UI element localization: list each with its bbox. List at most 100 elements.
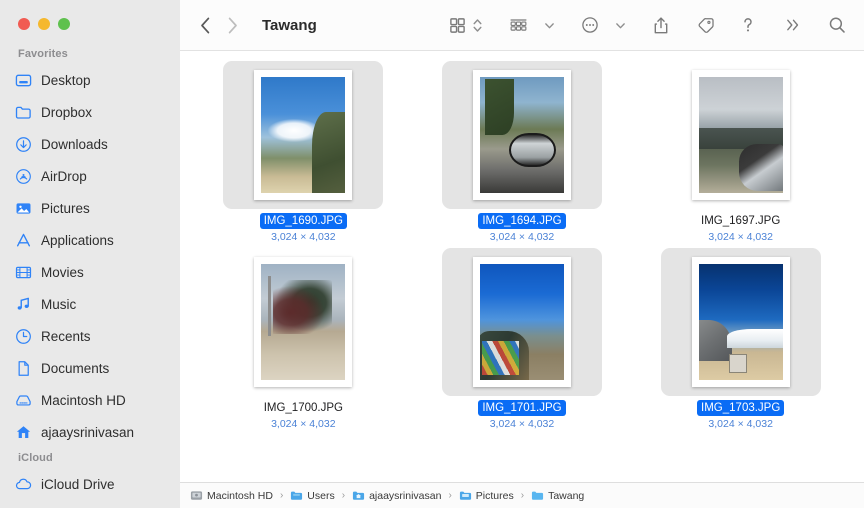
finder-window: Favorites Desktop Dropbox Downloads AirD… <box>0 0 864 508</box>
breadcrumb-item-users[interactable]: Users <box>290 489 335 502</box>
help-button[interactable] <box>737 10 759 40</box>
harddisk-icon <box>190 489 203 502</box>
folder-icon <box>290 489 303 502</box>
breadcrumb-separator: › <box>341 490 346 501</box>
chevron-updown-icon[interactable] <box>472 17 483 34</box>
file-dimensions: 3,024 × 4,032 <box>271 231 336 243</box>
photo-frame <box>254 257 353 387</box>
photo-frame <box>472 257 571 387</box>
sidebar-item-downloads[interactable]: Downloads <box>0 128 180 160</box>
sidebar: Favorites Desktop Dropbox Downloads AirD… <box>0 0 180 508</box>
file-thumbnail-container[interactable] <box>223 248 383 396</box>
breadcrumb-separator: › <box>279 490 284 501</box>
breadcrumb: Macintosh HD › Users › ajaaysrinivasan › <box>180 482 864 508</box>
file-item[interactable]: IMG_1701.JPG 3,024 × 4,032 <box>413 244 632 431</box>
ellipsis-circle-icon[interactable] <box>577 10 603 40</box>
overflow-button[interactable] <box>781 10 806 40</box>
photo-preview <box>479 77 564 193</box>
file-item[interactable]: IMG_1700.JPG 3,024 × 4,032 <box>194 244 413 431</box>
group-by-group <box>505 10 555 40</box>
sidebar-item-label: Dropbox <box>41 104 93 120</box>
clock-icon <box>14 327 32 345</box>
breadcrumb-label: Macintosh HD <box>207 489 273 502</box>
sidebar-item-desktop[interactable]: Desktop <box>0 64 180 96</box>
sidebar-item-recents[interactable]: Recents <box>0 320 180 352</box>
search-button[interactable] <box>824 10 850 40</box>
share-button[interactable] <box>648 10 674 40</box>
file-dimensions: 3,024 × 4,032 <box>708 231 773 243</box>
more-actions-chevron-down-icon[interactable] <box>615 20 626 31</box>
sidebar-item-music[interactable]: Music <box>0 288 180 320</box>
folder-icon <box>14 103 32 121</box>
sidebar-item-ajaaysrinivasan[interactable]: ajaaysrinivasan <box>0 416 180 448</box>
maximize-button[interactable] <box>58 18 70 30</box>
sidebar-item-airdrop[interactable]: AirDrop <box>0 160 180 192</box>
group-by-chevron-down-icon[interactable] <box>544 20 555 31</box>
sidebar-item-label: Music <box>41 296 77 312</box>
file-name[interactable]: IMG_1700.JPG <box>260 400 347 416</box>
breadcrumb-item-macintosh-hd[interactable]: Macintosh HD <box>190 489 273 502</box>
breadcrumb-separator: › <box>520 490 525 501</box>
sidebar-item-applications[interactable]: Applications <box>0 224 180 256</box>
forward-button[interactable] <box>227 17 238 34</box>
file-item[interactable]: IMG_1690.JPG 3,024 × 4,032 <box>194 57 413 244</box>
home-icon <box>14 423 32 441</box>
photo-frame <box>472 70 571 200</box>
download-icon <box>14 135 32 153</box>
file-name[interactable]: IMG_1690.JPG <box>259 213 347 229</box>
sidebar-item-pictures[interactable]: Pictures <box>0 192 180 224</box>
file-item[interactable]: IMG_1703.JPG 3,024 × 4,032 <box>631 244 850 431</box>
main-area: Tawang IMG_1690.JPG 3,024 × 4,032 IMG_16… <box>180 0 864 508</box>
home-folder-icon <box>352 489 365 502</box>
airdrop-icon <box>14 167 32 185</box>
breadcrumb-label: Users <box>307 489 335 502</box>
sidebar-item-movies[interactable]: Movies <box>0 256 180 288</box>
file-item[interactable]: IMG_1694.JPG 3,024 × 4,032 <box>413 57 632 244</box>
more-actions-group <box>577 10 626 40</box>
file-thumbnail-container[interactable] <box>661 61 821 209</box>
sidebar-section-icloud-title: iCloud <box>18 452 53 464</box>
group-list-button[interactable] <box>505 10 532 40</box>
breadcrumb-label: Pictures <box>475 489 514 502</box>
file-thumbnail-container[interactable] <box>441 61 602 209</box>
sidebar-item-label: iCloud Drive <box>41 476 115 492</box>
sidebar-item-label: Macintosh HD <box>41 392 126 408</box>
minimize-button[interactable] <box>38 18 50 30</box>
file-item[interactable]: IMG_1697.JPG 3,024 × 4,032 <box>631 57 850 244</box>
sidebar-item-macintosh-hd[interactable]: Macintosh HD <box>0 384 180 416</box>
file-thumbnail-container[interactable] <box>441 248 602 396</box>
file-dimensions: 3,024 × 4,032 <box>489 231 555 243</box>
tag-button[interactable] <box>692 10 719 40</box>
file-grid-container[interactable]: IMG_1690.JPG 3,024 × 4,032 IMG_1694.JPG … <box>180 51 864 482</box>
window-controls <box>0 0 180 44</box>
file-name[interactable]: IMG_1703.JPG <box>697 400 785 416</box>
file-thumbnail-container[interactable] <box>223 61 384 209</box>
breadcrumb-separator: › <box>448 490 452 501</box>
sidebar-item-documents[interactable]: Documents <box>0 352 180 384</box>
back-button[interactable] <box>200 17 211 34</box>
file-dimensions: 3,024 × 4,032 <box>708 418 773 430</box>
view-grid-button[interactable] <box>445 10 470 40</box>
breadcrumb-item-pictures[interactable]: Pictures <box>459 489 514 502</box>
close-button[interactable] <box>18 18 30 30</box>
sidebar-item-label: Applications <box>41 232 114 248</box>
toolbar: Tawang <box>180 0 864 51</box>
file-thumbnail-container[interactable] <box>660 248 821 396</box>
file-name[interactable]: IMG_1701.JPG <box>478 400 566 416</box>
file-name[interactable]: IMG_1694.JPG <box>478 213 566 229</box>
desktop-icon <box>14 71 32 89</box>
breadcrumb-item-ajaaysrinivasan[interactable]: ajaaysrinivasan <box>352 489 441 502</box>
photo-preview <box>698 264 783 380</box>
sidebar-item-dropbox[interactable]: Dropbox <box>0 96 180 128</box>
view-mode-group <box>445 10 483 40</box>
breadcrumb-item-tawang[interactable]: Tawang <box>531 489 584 502</box>
navigation-buttons <box>200 17 238 34</box>
file-grid: IMG_1690.JPG 3,024 × 4,032 IMG_1694.JPG … <box>180 51 864 431</box>
sidebar-item-icloud-drive[interactable]: iCloud Drive <box>0 468 180 500</box>
file-name[interactable]: IMG_1697.JPG <box>697 213 784 229</box>
page-title: Tawang <box>262 16 317 34</box>
photo-preview <box>261 77 346 193</box>
pictures-icon <box>14 199 32 217</box>
photo-frame <box>691 70 790 200</box>
cloud-icon <box>14 475 32 493</box>
